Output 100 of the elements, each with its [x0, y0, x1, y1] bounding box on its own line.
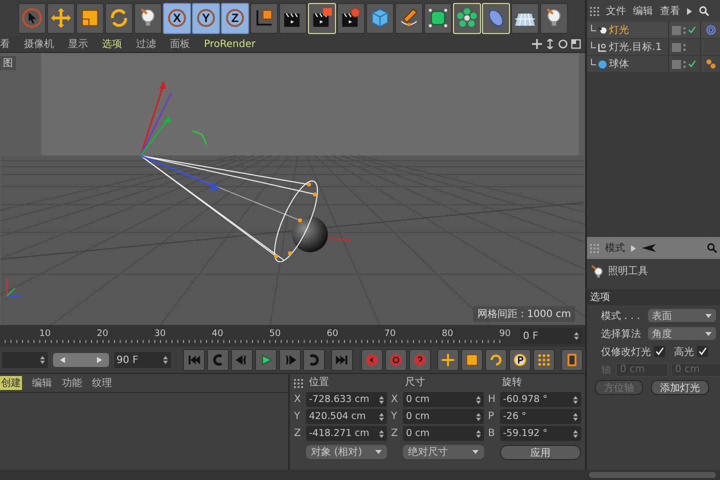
value-field[interactable]: 0 cm — [403, 409, 484, 424]
timeline-ruler[interactable]: 10 20 30 40 50 60 70 80 90 — [0, 325, 515, 347]
spinner-icon[interactable] — [379, 396, 384, 404]
playback-button[interactable] — [255, 349, 277, 371]
dot-grid-icon[interactable] — [294, 378, 303, 388]
menu-item[interactable]: 显示 — [68, 37, 88, 51]
axis-lock-button[interactable]: Y — [192, 2, 220, 34]
tool-button[interactable] — [366, 2, 394, 34]
value-field[interactable]: 420.504 cm — [306, 409, 387, 424]
target-tag-icon[interactable] — [706, 25, 716, 35]
move-view-icon[interactable] — [532, 39, 542, 49]
column-header: 尺寸 — [405, 376, 425, 390]
menu-item[interactable]: 查看 — [660, 4, 680, 18]
visibility-dots-icon[interactable] — [683, 60, 686, 68]
tool-button[interactable] — [540, 2, 568, 34]
visibility-dots-icon[interactable] — [683, 26, 686, 34]
rotate-view-icon[interactable] — [558, 39, 568, 49]
checkbox[interactable] — [697, 346, 708, 357]
spinner-icon[interactable] — [476, 430, 481, 438]
spinner-icon[interactable] — [573, 430, 578, 438]
play-icon — [259, 353, 273, 367]
tool-button[interactable] — [250, 2, 278, 34]
value-field[interactable]: 0 cm — [403, 392, 484, 407]
action-button[interactable]: 添加灯光 — [651, 380, 709, 395]
spinner-icon[interactable] — [573, 396, 578, 404]
mode-dropdown[interactable]: 绝对尺寸 — [403, 445, 484, 459]
value-field[interactable]: 0 cm — [403, 426, 484, 441]
spinner-icon[interactable] — [573, 412, 578, 420]
menu-item[interactable]: 过滤 — [136, 37, 156, 51]
zoom-view-icon[interactable] — [545, 39, 555, 49]
value-field[interactable]: -728.633 cm — [306, 392, 387, 407]
apply-button[interactable]: 应用 — [500, 445, 581, 460]
axis-lock-button[interactable]: Z — [221, 2, 249, 34]
3d-viewport[interactable]: 图 网格间距 : 1000 cm — [0, 52, 585, 325]
back-arrow-icon[interactable] — [642, 244, 656, 252]
maximize-view-icon[interactable] — [571, 39, 581, 49]
playback-button[interactable] — [509, 349, 531, 371]
menu-item[interactable]: 编辑 — [633, 4, 653, 18]
axis-lock-button[interactable]: X — [163, 2, 191, 34]
object-row[interactable]: 灯光 — [587, 22, 720, 39]
menu-item[interactable]: 模式 — [605, 241, 625, 255]
search-icon[interactable] — [707, 243, 717, 253]
value-field[interactable]: -60.978 ° — [500, 392, 581, 407]
playback-button[interactable] — [461, 349, 483, 371]
start-frame-field[interactable] — [2, 352, 48, 368]
horizontal-scrollbar[interactable] — [589, 472, 716, 478]
tool-button[interactable] — [279, 2, 307, 34]
enabled-check-icon[interactable] — [688, 60, 696, 68]
enabled-check-icon[interactable] — [688, 26, 696, 34]
menu-item[interactable]: 选项 — [102, 37, 122, 51]
film-strip-icon — [565, 353, 579, 367]
check-mark-icon — [698, 347, 707, 356]
tool-button[interactable] — [134, 2, 162, 34]
panel-tab[interactable]: 功能 — [62, 376, 82, 390]
value-field[interactable]: -59.192 ° — [500, 426, 581, 441]
object-row[interactable]: 球体 — [587, 56, 720, 73]
value-field[interactable]: -418.271 cm — [306, 426, 387, 441]
visibility-dots-icon[interactable] — [683, 42, 686, 52]
playback-button[interactable] — [533, 349, 555, 371]
menu-item[interactable]: 摄像机 — [24, 37, 54, 51]
object-row[interactable]: 灯光.目标.1 — [587, 39, 720, 56]
menu-item[interactable]: 看 — [0, 37, 10, 51]
layer-swatch[interactable] — [672, 60, 681, 68]
material-tag-icon[interactable] — [706, 59, 716, 69]
layer-swatch[interactable] — [672, 42, 681, 52]
tool-button[interactable] — [76, 2, 104, 34]
end-frame-field[interactable]: 90 F — [114, 352, 171, 368]
checkbox[interactable] — [654, 346, 665, 357]
menu-item[interactable]: ProRender — [204, 38, 256, 50]
menu-item[interactable]: 文件 — [606, 4, 626, 18]
dot-grid-icon[interactable] — [590, 244, 599, 252]
panel-tab[interactable]: 编辑 — [32, 376, 52, 390]
layer-swatch[interactable] — [672, 26, 681, 34]
tool-button[interactable] — [511, 2, 539, 34]
playback-button[interactable] — [437, 349, 459, 371]
menu-item[interactable]: 面板 — [170, 37, 190, 51]
spinner-icon[interactable] — [379, 430, 384, 438]
mode-dropdown[interactable]: 对象 (相对) — [306, 445, 387, 459]
dot-grid-icon[interactable] — [590, 6, 599, 16]
option-dropdown[interactable]: 表面 — [648, 309, 716, 322]
value-field[interactable]: -26 ° — [500, 409, 581, 424]
spinner-icon[interactable] — [476, 396, 481, 404]
spinner-icon[interactable] — [379, 412, 384, 420]
spinner-icon[interactable] — [574, 332, 579, 340]
search-icon[interactable] — [699, 6, 709, 16]
option-dropdown[interactable]: 角度 — [648, 327, 716, 340]
playback-button[interactable] — [485, 349, 507, 371]
tool-button[interactable] — [47, 2, 75, 34]
ruler-label: 10 — [39, 329, 51, 339]
panel-tab[interactable]: 创建 — [0, 376, 22, 390]
spinner-icon[interactable] — [40, 356, 46, 364]
range-slider-thumb[interactable] — [53, 353, 109, 367]
current-frame-field[interactable]: 0 F — [520, 328, 582, 344]
spinner-icon[interactable] — [476, 412, 481, 420]
more-arrow-icon[interactable] — [631, 244, 636, 252]
panel-tab[interactable]: 纹理 — [92, 376, 112, 390]
spinner-icon[interactable] — [163, 356, 168, 364]
tool-button[interactable] — [105, 2, 133, 34]
tool-button[interactable] — [424, 2, 452, 34]
more-arrow-icon[interactable] — [687, 8, 692, 14]
